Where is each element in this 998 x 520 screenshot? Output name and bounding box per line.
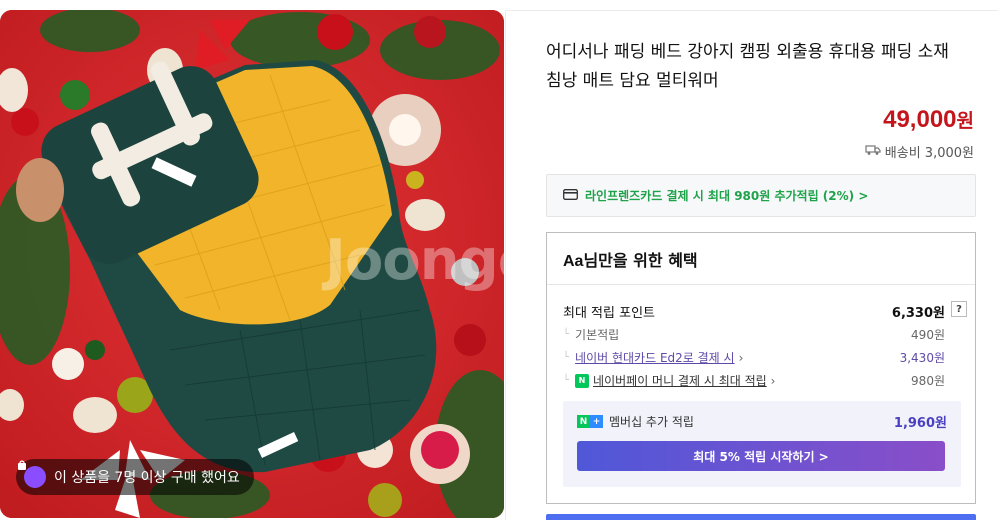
benefit-row-label: 기본적립 xyxy=(563,326,619,343)
membership-section: N + 멤버십 추가 적립 1,960원 최대 5% 적립 시작하기 > xyxy=(563,401,961,487)
top-divider xyxy=(505,10,998,11)
column-divider xyxy=(505,10,506,520)
price-unit: 원 xyxy=(956,111,974,132)
benefit-row-value: 980원 xyxy=(911,374,945,388)
benefit-row-card[interactable]: 네이버 현대카드 Ed2로 결제 시 › 3,430원 xyxy=(563,349,945,366)
card-promo-text: 라인프렌즈카드 결제 시 최대 980원 추가적립 (2%) > xyxy=(585,189,869,203)
buyers-count-badge: 이 상품을 7명 이상 구매 했어요 xyxy=(16,459,254,495)
bag-icon xyxy=(18,460,46,488)
npay-icon: N xyxy=(575,373,590,388)
max-points-label: 최대 적립 포인트 xyxy=(563,306,655,321)
benefit-row-label-wrap: 네이버 현대카드 Ed2로 결제 시 › xyxy=(563,349,743,366)
chevron-right-icon: › xyxy=(770,373,776,388)
benefit-row-value: 3,430원 xyxy=(899,351,945,365)
product-image[interactable]: Joongo 이 상품을 7명 이상 구매 했어요 xyxy=(0,10,504,518)
benefit-title: Aa님만을 위한 혜택 xyxy=(547,233,975,285)
benefit-row-value: 490원 xyxy=(911,328,945,342)
question-icon[interactable]: ? xyxy=(951,301,967,317)
benefit-row-basic: 기본적립 490원 xyxy=(563,326,945,343)
npay-link[interactable]: 네이버페이 머니 결제 시 최대 적립 xyxy=(593,372,767,389)
membership-value: 1,960원 xyxy=(893,416,947,431)
product-title: 어디서나 패딩 베드 강아지 캠핑 외출용 휴대용 패딩 소재 침낭 매트 담요… xyxy=(546,42,949,91)
user-name: Aa xyxy=(563,253,584,270)
start-membership-button[interactable]: 최대 5% 적립 시작하기 > xyxy=(577,441,945,471)
max-points-value: 6,330원 xyxy=(891,306,945,321)
buy-button-edge[interactable] xyxy=(546,514,976,520)
price-amount: 49,000 xyxy=(883,106,957,133)
card-promo-banner[interactable]: 라인프렌즈카드 결제 시 최대 980원 추가적립 (2%) > xyxy=(546,174,976,217)
shipping-text: 배송비 3,000원 xyxy=(884,146,974,161)
benefit-title-suffix: 님만을 위한 혜택 xyxy=(583,251,698,270)
hyundai-card-link[interactable]: 네이버 현대카드 Ed2로 결제 시 xyxy=(575,349,735,366)
membership-label: 멤버십 추가 적립 xyxy=(609,415,694,429)
chevron-right-icon: › xyxy=(738,350,744,365)
buyers-count-text: 이 상품을 7명 이상 구매 했어요 xyxy=(54,470,240,486)
membership-row: N + 멤버십 추가 적립 1,960원 xyxy=(577,412,947,431)
naver-plus-icon: N + xyxy=(577,415,603,428)
benefit-panel: Aa님만을 위한 혜택 최대 적립 포인트 6,330원 ? 기본적립 490원… xyxy=(546,232,976,504)
image-watermark: Joongo xyxy=(325,228,504,293)
card-icon xyxy=(563,188,578,203)
membership-label-wrap: N + 멤버십 추가 적립 xyxy=(577,413,694,430)
benefit-row-label-wrap: N 네이버페이 머니 결제 시 최대 적립 › xyxy=(563,372,775,389)
product-price: 49,000원 xyxy=(883,106,974,134)
truck-icon xyxy=(865,144,881,160)
shipping-fee: 배송비 3,000원 xyxy=(865,142,974,161)
benefit-row-npay[interactable]: N 네이버페이 머니 결제 시 최대 적립 › 980원 xyxy=(563,372,945,389)
max-points-row: 최대 적립 포인트 6,330원 ? xyxy=(563,301,967,321)
